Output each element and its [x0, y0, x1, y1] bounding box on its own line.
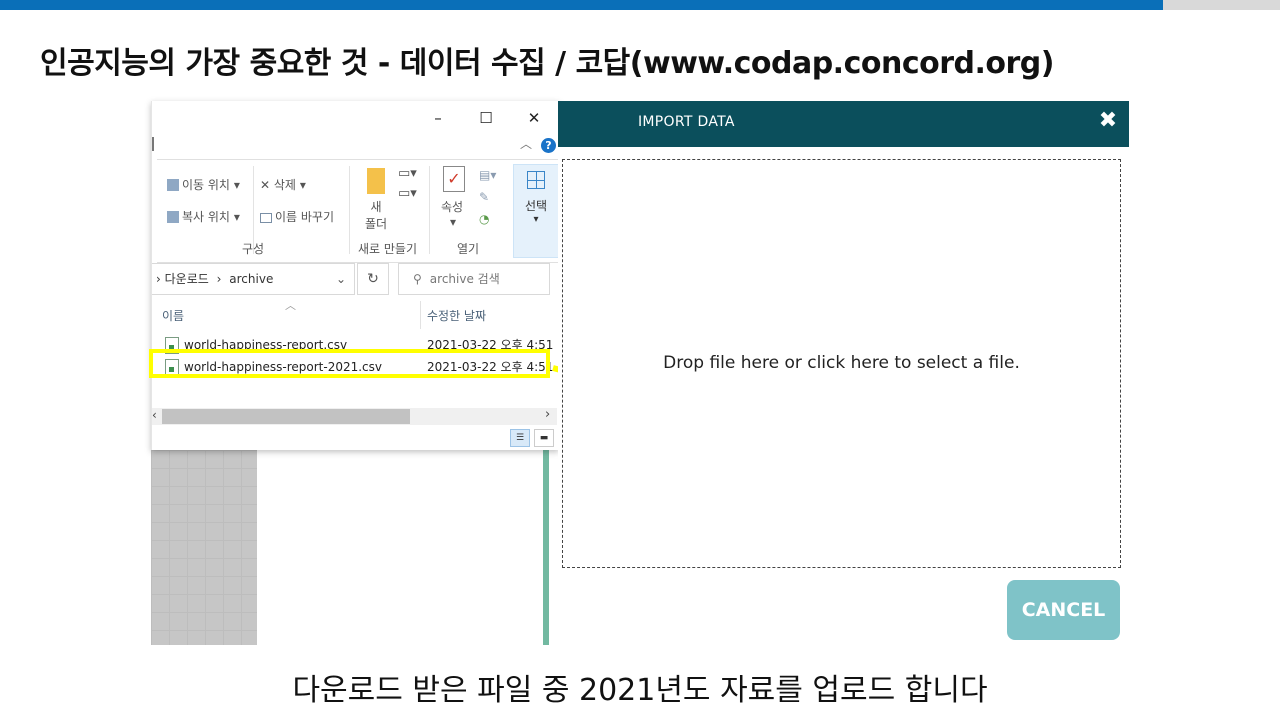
maximize-button[interactable]: ☐ — [466, 107, 506, 129]
refresh-button[interactable]: ↻ — [357, 263, 389, 295]
minimize-button[interactable]: – — [418, 107, 458, 129]
breadcrumb: › 다운로드 › archive — [156, 272, 273, 286]
column-header-modified[interactable]: 수정한 날짜 — [427, 307, 486, 324]
properties-button[interactable]: ✓ 속성 ▾ — [441, 166, 465, 229]
chevron-down-icon: ▾ — [449, 215, 457, 229]
select-all-icon — [527, 171, 545, 189]
slide-caption: 다운로드 받은 파일 중 2021년도 자료를 업로드 합니다 — [292, 673, 988, 708]
new-folder-label-1: 새 — [370, 200, 382, 214]
copy-to-button[interactable]: 복사 위치 ▾ — [167, 208, 240, 225]
scroll-right-icon[interactable]: › — [545, 407, 550, 422]
close-icon[interactable]: ✖ — [1093, 106, 1123, 136]
properties-label: 속성 — [441, 200, 464, 214]
column-header-name[interactable]: 이름 — [162, 307, 184, 324]
open-icon[interactable]: ▤▾ — [479, 168, 496, 182]
cancel-button[interactable]: CANCEL — [1007, 580, 1120, 640]
open-group-label: 열기 — [457, 242, 480, 256]
history-icon[interactable]: ◔ — [479, 212, 489, 226]
import-data-dialog: IMPORT DATA ✖ Drop file here or click he… — [558, 101, 1129, 645]
move-to-button[interactable]: 이동 위치 ▾ — [167, 176, 240, 193]
select-button[interactable]: 선택 ▾ — [513, 164, 559, 258]
chevron-down-icon: ▾ — [233, 210, 240, 224]
codap-canvas-divider — [543, 450, 549, 645]
large-icons-view-icon[interactable]: ▬ — [534, 429, 554, 447]
rename-button[interactable]: 이름 바꾸기 — [260, 208, 334, 225]
ribbon-separator — [349, 166, 350, 254]
file-drop-zone[interactable]: Drop file here or click here to select a… — [562, 159, 1121, 568]
breadcrumb-archive[interactable]: archive — [229, 272, 273, 286]
file-explorer-window: – ☐ ✕ ︿ ? 이동 위치 ▾ 복사 위치 ▾ ✕ 삭제 ▾ 이름 바꾸기 … — [151, 101, 559, 450]
collapse-ribbon-icon[interactable]: ︿ — [520, 135, 532, 152]
chevron-down-icon: ▾ — [299, 178, 306, 192]
search-placeholder: archive 검색 — [429, 272, 500, 286]
dialog-title: IMPORT DATA — [638, 114, 735, 130]
new-item-icon[interactable]: ▭▾ — [398, 166, 417, 181]
selected-file-highlight — [149, 349, 550, 378]
copy-to-icon — [167, 211, 179, 223]
ribbon: 이동 위치 ▾ 복사 위치 ▾ ✕ 삭제 ▾ 이름 바꾸기 구성 새 폴더 ▭▾… — [157, 159, 559, 263]
column-divider[interactable] — [420, 301, 421, 329]
ribbon-separator — [429, 166, 430, 254]
dialog-header: IMPORT DATA ✖ — [558, 101, 1129, 147]
details-view-icon[interactable]: ☰ — [510, 429, 530, 447]
title-bar-stub — [152, 137, 154, 151]
new-folder-button[interactable]: 새 폴더 — [365, 168, 387, 232]
chevron-right-icon: › — [216, 272, 222, 286]
properties-icon: ✓ — [443, 166, 465, 192]
easy-access-icon[interactable]: ▭▾ — [398, 186, 417, 201]
rename-label: 이름 바꾸기 — [275, 210, 335, 224]
move-to-label: 이동 위치 — [182, 178, 230, 192]
slide-top-bar — [0, 0, 1163, 10]
new-group-label: 새로 만들기 — [358, 242, 418, 256]
chevron-down-icon: ▾ — [233, 178, 240, 192]
move-to-icon — [167, 179, 179, 191]
address-dropdown-icon[interactable]: ⌄ — [336, 264, 346, 294]
rename-icon — [260, 213, 272, 223]
help-icon[interactable]: ? — [541, 138, 556, 153]
delete-icon: ✕ — [260, 178, 271, 192]
scrollbar-thumb[interactable] — [162, 409, 410, 424]
copy-to-label: 복사 위치 — [182, 210, 230, 224]
sort-ascending-icon: ︿ — [285, 299, 296, 312]
close-button[interactable]: ✕ — [514, 107, 554, 129]
chevron-down-icon: ▾ — [533, 214, 539, 225]
scroll-left-icon[interactable]: ‹ — [152, 408, 157, 422]
address-bar[interactable]: › 다운로드 › archive ⌄ — [152, 263, 355, 295]
slide-title: 인공지능의 가장 중요한 것 - 데이터 수집 / 코답(www.codap.c… — [40, 46, 1054, 81]
chevron-right-icon: › — [156, 272, 161, 286]
search-input[interactable]: ⚲ archive 검색 — [398, 263, 550, 295]
drop-zone-text: Drop file here or click here to select a… — [663, 353, 1020, 373]
folder-icon — [367, 168, 385, 194]
new-folder-label-2: 폴더 — [365, 217, 388, 231]
slide-top-bar-accent — [1163, 0, 1280, 10]
select-label: 선택 — [524, 199, 548, 213]
search-icon: ⚲ — [413, 272, 422, 286]
breadcrumb-downloads[interactable]: 다운로드 — [165, 272, 209, 286]
organize-group-label: 구성 — [242, 242, 265, 256]
codap-canvas-grid — [151, 450, 257, 645]
delete-label: 삭제 — [273, 178, 296, 192]
edit-icon[interactable]: ✎ — [479, 190, 489, 204]
delete-button[interactable]: ✕ 삭제 ▾ — [260, 176, 306, 193]
